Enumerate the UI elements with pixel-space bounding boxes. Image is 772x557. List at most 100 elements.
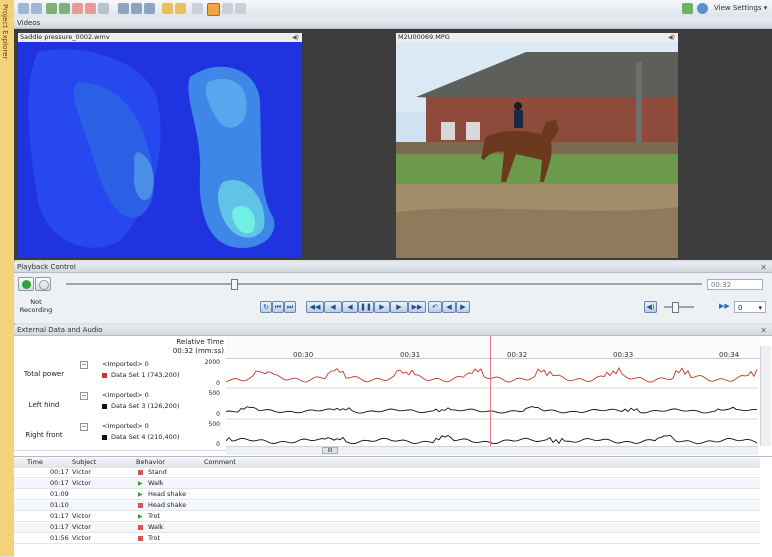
playback-panel-header: Playback Control ✕: [14, 262, 772, 273]
folder-open-icon[interactable]: [175, 3, 186, 14]
export-icon[interactable]: [682, 3, 693, 14]
project-explorer-sidebar[interactable]: Project Explorer: [0, 0, 15, 556]
dataset-label: Data Set 1 (743,200): [111, 371, 180, 379]
relative-time-header: Relative Time 00:32 (mm:ss): [14, 336, 224, 358]
signal-line: [226, 434, 758, 445]
play-button[interactable]: ▶: [390, 301, 408, 313]
rewind-button[interactable]: ◀: [324, 301, 342, 313]
vertical-scrollbar[interactable]: [760, 346, 771, 446]
record-button[interactable]: [18, 277, 34, 291]
col-subject[interactable]: Subject: [72, 457, 96, 468]
recording-status: Not Recording: [17, 298, 55, 314]
speed-value: 0: [738, 304, 743, 312]
row-time: 01:17: [50, 512, 69, 520]
fast-rewind-button[interactable]: ◀◀: [306, 301, 324, 313]
col-comment[interactable]: Comment: [204, 457, 236, 468]
y-min-label: 0: [216, 441, 220, 448]
speaker-icon[interactable]: ◀): [668, 33, 675, 42]
search-icon[interactable]: [118, 3, 129, 14]
sync-icon[interactable]: [59, 3, 70, 14]
project-explorer-label[interactable]: Project Explorer: [1, 4, 9, 59]
row-subject: Victor: [72, 512, 91, 520]
track-row[interactable]: Right front − <Imported> 0 Data Set 4 (2…: [14, 420, 226, 451]
track-row[interactable]: Left hind − <Imported> 0 Data Set 3 (126…: [14, 389, 226, 421]
y-max-label: 2000: [204, 359, 220, 366]
right-video-title: M2U00069.MPG: [398, 33, 450, 41]
col-time[interactable]: Time: [27, 457, 43, 468]
zoom-out-icon[interactable]: [235, 3, 246, 14]
recording-status-line2: Recording: [19, 306, 53, 314]
time-field[interactable]: 00:32: [707, 279, 763, 290]
close-icon[interactable]: ✕: [760, 262, 767, 273]
volume-slider[interactable]: [664, 306, 694, 308]
undo-button[interactable]: ↶: [428, 301, 442, 313]
speed-icon: ▶▶: [719, 302, 730, 310]
fast-forward-button[interactable]: ▶▶: [408, 301, 426, 313]
videos-panel-title: Videos: [17, 19, 41, 27]
table-row[interactable]: 01:10 Head shake: [14, 501, 760, 511]
step-forward-button[interactable]: ▶: [374, 301, 390, 313]
seek-track[interactable]: [66, 283, 702, 285]
folder-icon[interactable]: [162, 3, 173, 14]
behavior-state-icon: [138, 503, 143, 508]
right-video[interactable]: M2U00069.MPG ◀): [396, 33, 678, 258]
zoom-in-icon[interactable]: [222, 3, 233, 14]
collapse-icon[interactable]: −: [80, 392, 88, 400]
playback-panel-title: Playback Control: [17, 263, 76, 271]
refresh-icon[interactable]: [46, 3, 57, 14]
close-icon[interactable]: ✕: [760, 325, 767, 336]
prev-event-button[interactable]: ◀: [442, 301, 456, 313]
search-minus-icon[interactable]: [144, 3, 155, 14]
back-icon[interactable]: [18, 3, 29, 14]
horizontal-scroll-thumb[interactable]: III: [322, 447, 338, 454]
next-event-button[interactable]: ▶: [456, 301, 470, 313]
forward-icon[interactable]: [31, 3, 42, 14]
speaker-icon[interactable]: ◀): [292, 33, 299, 42]
row-time: 01:09: [50, 490, 69, 498]
behavior-start-icon: ▶: [138, 491, 143, 498]
left-video-title-bar: Saddle pressure_0002.wmv ◀): [18, 33, 302, 42]
table-row[interactable]: 01:09 ▶ Head shake: [14, 490, 760, 500]
track-name: Total power: [23, 370, 65, 378]
loop-button[interactable]: ↻: [260, 301, 272, 313]
videos-panel: Saddle pressure_0002.wmv ◀) M2U00069.MPG…: [14, 29, 772, 260]
table-icon[interactable]: [98, 3, 109, 14]
view-settings-button[interactable]: View Settings ▾: [714, 4, 767, 12]
collapse-icon[interactable]: −: [80, 361, 88, 369]
pause-button[interactable]: ❚❚: [358, 301, 374, 313]
left-video[interactable]: Saddle pressure_0002.wmv ◀): [18, 33, 302, 258]
y-min-label: 0: [216, 411, 220, 418]
track-group: <Imported> 0: [102, 360, 149, 368]
mute-button[interactable]: ◀): [644, 301, 657, 313]
volume-thumb[interactable]: [672, 302, 679, 313]
help-icon[interactable]: [697, 3, 708, 14]
delete-icon[interactable]: [72, 3, 83, 14]
speed-select[interactable]: 0 ▾: [734, 301, 766, 313]
current-time-label: 00:32 (mm:ss): [172, 347, 224, 355]
dataset-label: Data Set 4 (210,400): [111, 433, 180, 441]
table-row[interactable]: 00:17 Victor ▶ Walk: [14, 479, 760, 489]
behavior-state-icon: [138, 470, 143, 475]
time-field-value: 00:32: [711, 281, 732, 289]
stop-record-button[interactable]: [35, 277, 51, 291]
highlight-icon[interactable]: [207, 3, 220, 16]
table-row[interactable]: 01:17 Victor Walk: [14, 523, 760, 533]
track-row[interactable]: Total power − <Imported> 0 Data Set 1 (7…: [14, 358, 226, 390]
remove-icon[interactable]: [85, 3, 96, 14]
col-behavior[interactable]: Behavior: [136, 457, 165, 468]
seek-thumb[interactable]: [231, 279, 239, 290]
chart-icon[interactable]: [192, 3, 203, 14]
dataset-color-swatch: [102, 404, 107, 409]
step-back-button[interactable]: ◀: [342, 301, 358, 313]
table-row[interactable]: 01:17 Victor ▶ Trot: [14, 512, 760, 522]
collapse-icon[interactable]: −: [80, 423, 88, 431]
go-start-button[interactable]: ⏮: [272, 301, 284, 313]
behavior-state-icon: [138, 536, 143, 541]
table-row[interactable]: 00:17 Victor Stand: [14, 468, 760, 478]
table-row[interactable]: 01:56 Victor Trot: [14, 534, 760, 544]
playhead-line[interactable]: [490, 336, 491, 448]
search-plus-icon[interactable]: [131, 3, 142, 14]
horizontal-scrollbar[interactable]: III: [226, 446, 758, 455]
go-end-button[interactable]: ⏭: [284, 301, 296, 313]
external-panel-header: External Data and Audio ✕: [14, 325, 772, 336]
